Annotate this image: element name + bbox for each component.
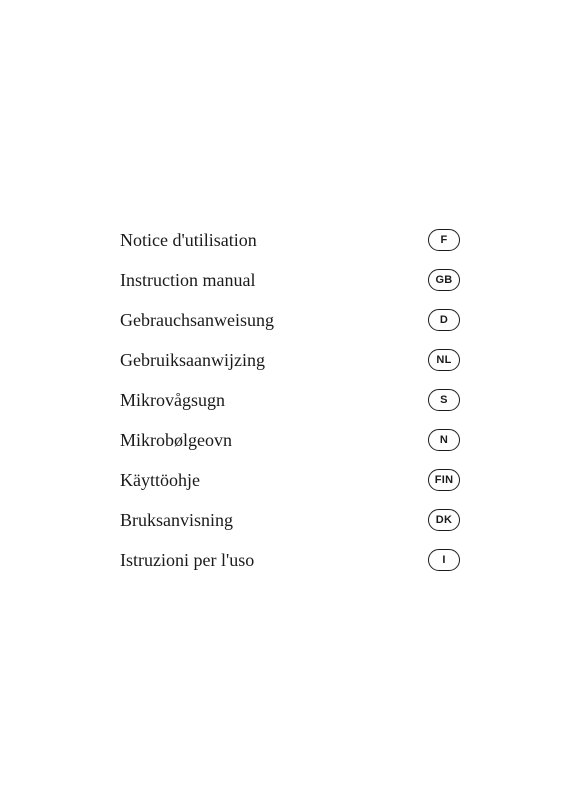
language-item: Käyttöohje FIN [120, 460, 460, 500]
language-badge: F [428, 229, 460, 251]
language-label: Istruzioni per l'uso [120, 550, 254, 571]
language-badge: NL [428, 349, 460, 371]
language-badge: D [428, 309, 460, 331]
language-item: Bruksanvisning DK [120, 500, 460, 540]
language-badge: I [428, 549, 460, 571]
language-label: Mikrovågsugn [120, 390, 225, 411]
page-container: Notice d'utilisation F Instruction manual G… [0, 0, 565, 800]
language-badge: DK [428, 509, 460, 531]
language-label: Instruction manual [120, 270, 255, 291]
language-item: Gebrauchsanweisung D [120, 300, 460, 340]
language-item: Istruzioni per l'uso I [120, 540, 460, 580]
language-label: Gebrauchsanweisung [120, 310, 274, 331]
language-badge: FIN [428, 469, 460, 491]
language-label: Notice d'utilisation [120, 230, 257, 251]
language-label: Mikrobølgeovn [120, 430, 232, 451]
language-item: Notice d'utilisation F [120, 220, 460, 260]
language-item: Gebruiksaanwijzing NL [120, 340, 460, 380]
language-badge: GB [428, 269, 460, 291]
language-label: Bruksanvisning [120, 510, 233, 531]
language-item: Mikrobølgeovn N [120, 420, 460, 460]
language-badge: S [428, 389, 460, 411]
language-label: Gebruiksaanwijzing [120, 350, 265, 371]
language-label: Käyttöohje [120, 470, 200, 491]
language-badge: N [428, 429, 460, 451]
language-item: Instruction manual GB [120, 260, 460, 300]
language-list: Notice d'utilisation F Instruction manual G… [120, 220, 460, 580]
language-item: Mikrovågsugn S [120, 380, 460, 420]
